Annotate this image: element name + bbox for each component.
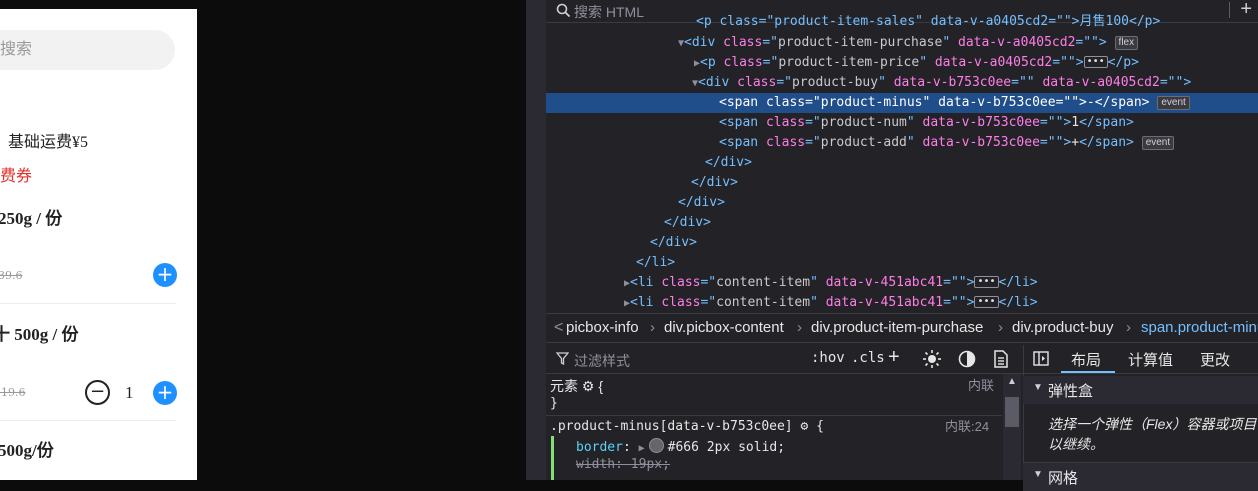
toggle-sidebar-icon[interactable] [1033,351,1049,366]
gear-icon[interactable]: ⚙ [582,378,595,394]
markup-line[interactable]: </div> [546,193,1258,213]
breadcrumb-item[interactable]: picbox-info [566,314,639,342]
tab-changes[interactable]: 更改 [1200,349,1230,370]
flexbox-heading: 弹性盒 [1048,383,1094,400]
rule-origin[interactable]: 内联 [968,377,994,395]
light-theme-icon[interactable] [923,350,941,368]
event-badge[interactable]: event [1157,96,1190,110]
markup-text: <p class="product-item-sales" data-v-a04… [696,14,1161,29]
sidebar-tabs: 布局 计算值 更改 [1023,345,1258,374]
markup-line[interactable]: </div> [546,153,1258,173]
product-add-button[interactable]: + [153,381,177,405]
flexbox-section-header[interactable]: ▼ 弹性盒 [1023,376,1258,404]
rules-toolbar: 过滤样式 :hov .cls + [546,345,1023,374]
coupon-text[interactable]: 费券 [0,162,32,186]
product-spec: 250g / 份 [0,209,63,228]
class-toggle[interactable]: .cls [851,350,885,366]
scrollbar-thumb[interactable] [1005,397,1019,427]
breadcrumb-item[interactable]: div.product-buy [1012,314,1113,342]
breadcrumb-item[interactable]: div.picbox-content [664,314,784,342]
markup-line[interactable]: ▶<li class="content-item" data-v-451abc4… [546,293,1258,313]
rule-brace: } [550,396,558,411]
changed-indicator [551,436,554,480]
event-badge[interactable]: event [1141,136,1175,150]
search-input[interactable]: 搜索 [0,30,175,70]
markup-line[interactable]: ▼<div class="product-item-purchase" data… [546,33,1258,53]
rule-origin[interactable]: 内联:24 [945,418,989,436]
flex-badge[interactable]: flex [1114,36,1139,50]
markup-line[interactable]: </div> [546,233,1258,253]
product-spec: 十 500g / 份 [0,325,79,344]
markup-line[interactable]: </div> [546,213,1258,233]
css-rules: 元素 ⚙ { 内联 } .product-minus[data-v-b753c0… [546,374,1002,480]
element-rule-label: 元素 ⚙ { [550,378,604,394]
product-quantity: 1 [125,383,134,402]
chevron-right-icon: › [797,319,802,336]
breadcrumb-item-current[interactable]: span.product-minus [1141,314,1258,342]
product-add-button[interactable]: + [153,263,177,287]
rule-selector[interactable]: .product-minus[data-v-b753c0ee] ⚙ { [550,418,824,436]
mobile-page: 搜索 基础运费¥5 费券 250g / 份 39.6 + 十 500g / 份 … [0,9,197,480]
markup-line[interactable]: ▶<p class="product-item-price" data-v-a0… [546,53,1258,73]
rule-divider [546,415,1002,416]
chevron-right-icon: › [650,319,655,336]
markup-line[interactable]: <span class="product-add" data-v-b753c0e… [546,133,1258,153]
markup-line[interactable]: ▼<div class="product-buy" data-v-b753c0e… [546,73,1258,93]
gear-icon[interactable]: ⚙ [800,419,808,434]
add-rule-button[interactable]: + [888,346,900,369]
markup-line[interactable]: </div> [546,173,1258,193]
chevron-right-icon: › [1126,319,1131,336]
collapsed-content-icon[interactable]: ••• [1083,56,1108,68]
rules-scrollbar[interactable]: ▲ [1003,374,1021,480]
grid-section-header[interactable]: ▼ 网格 [1023,462,1258,491]
collapse-triangle-icon[interactable]: ▼ [1033,382,1043,393]
grid-heading: 网格 [1048,470,1079,487]
active-tab-indicator [1061,371,1115,373]
collapsed-content-icon[interactable]: ••• [974,276,999,288]
chevron-right-icon: › [998,319,1003,336]
declaration-border[interactable]: border: ▶ #666 2px solid; [576,438,785,458]
hover-state-toggle[interactable]: :hov [811,350,845,366]
chevron-left-icon[interactable]: < [554,314,563,342]
print-media-icon[interactable] [993,350,1009,368]
tab-computed[interactable]: 计算值 [1128,349,1173,370]
markup-line[interactable]: ▶<li class="content-item" data-v-451abc4… [546,273,1258,293]
flexbox-empty-message: 选择一个弹性（Flex）容器或项目以继续。 [1048,416,1257,452]
product-minus-button[interactable]: − [85,380,110,405]
markup-line[interactable]: </li> [546,253,1258,273]
dark-theme-icon[interactable] [958,350,976,368]
filter-icon [556,352,569,365]
declaration-width-overridden[interactable]: width: 19px; [576,456,670,474]
scroll-up-icon[interactable]: ▲ [1007,376,1017,387]
devtools-gutter [526,0,546,480]
breadcrumb: < picbox-info › div.picbox-content › div… [546,313,1258,343]
collapse-triangle-icon[interactable]: ▼ [1033,469,1043,480]
filter-styles-input[interactable]: 过滤样式 [574,351,630,371]
product-original-price: 39.6 [0,269,23,282]
product-original-price: 119.6 [0,386,26,399]
product-divider [0,303,176,304]
color-swatch[interactable] [648,438,664,453]
shipping-fee-text: 基础运费¥5 [8,134,89,151]
tab-layout[interactable]: 布局 [1071,349,1101,370]
markup-line[interactable]: <p class="product-item-sales" data-v-a04… [546,12,1258,32]
product-divider [0,420,176,421]
markup-line[interactable]: <span class="product-num" data-v-b753c0e… [546,113,1258,133]
breadcrumb-item[interactable]: div.product-item-purchase [811,314,983,342]
product-spec: 500g/份 [0,441,54,460]
markup-line-selected[interactable]: <span class="product-minus" data-v-b753c… [546,93,1258,113]
collapsed-content-icon[interactable]: ••• [974,296,999,308]
